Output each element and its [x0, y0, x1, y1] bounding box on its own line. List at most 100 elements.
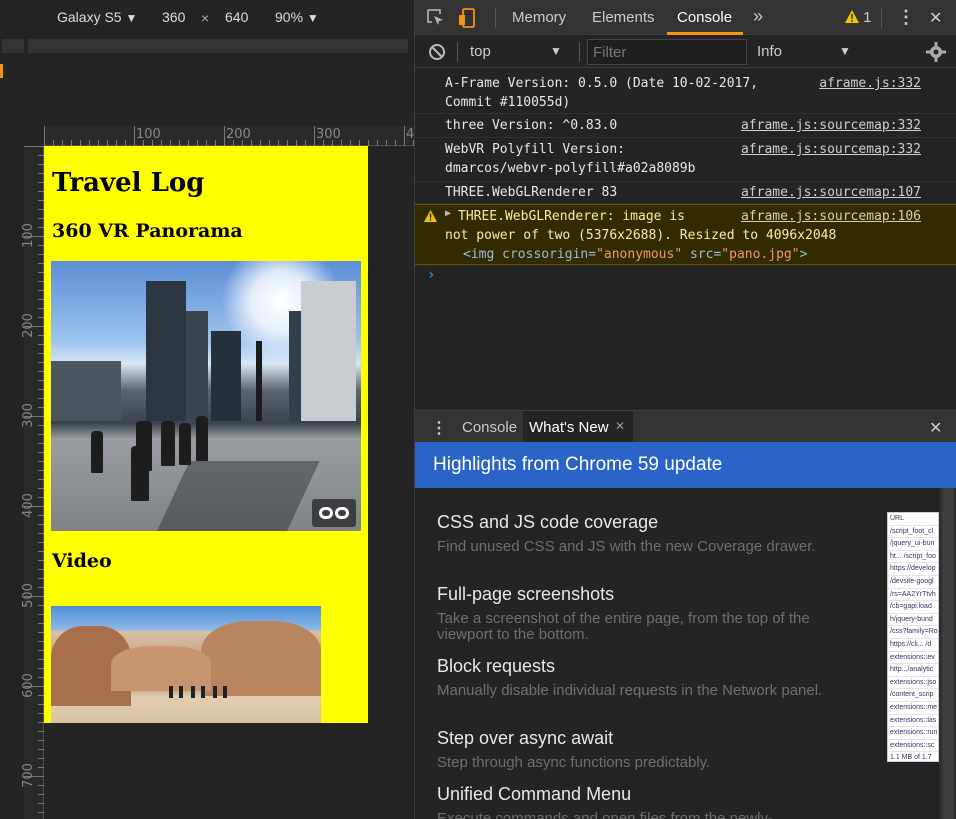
- source-link[interactable]: aframe.js:sourcemap:332: [741, 116, 921, 135]
- tab-memory[interactable]: Memory: [512, 9, 566, 26]
- more-tabs-icon[interactable]: »: [753, 6, 763, 27]
- divider: [881, 8, 882, 28]
- warning-icon: [845, 10, 859, 23]
- kebab-menu-icon[interactable]: ⋮: [897, 7, 915, 28]
- close-tab-icon[interactable]: ✕: [615, 419, 625, 433]
- clear-console-icon[interactable]: [428, 43, 446, 61]
- close-devtools-icon[interactable]: ✕: [929, 8, 942, 28]
- vertical-ruler: 100 200 300 400 500 600 700: [20, 146, 44, 819]
- building: [211, 331, 241, 421]
- enter-vr-button[interactable]: [312, 499, 356, 527]
- gear-icon[interactable]: [926, 42, 946, 62]
- chevron-down-icon: ▼: [550, 44, 562, 58]
- whats-new-item[interactable]: Full-page screenshots Take a screenshot …: [437, 584, 867, 643]
- context-value: top: [470, 43, 491, 60]
- chevron-down-icon: ▼: [125, 11, 138, 25]
- img-tag: <img: [463, 247, 503, 262]
- item-description: Execute commands and open files from the…: [437, 810, 773, 819]
- video-player[interactable]: [51, 606, 321, 723]
- width-field[interactable]: 360: [162, 9, 185, 25]
- console-message: A-Frame Version: 0.5.0 (Date 10-02-2017,…: [415, 68, 956, 114]
- height-field[interactable]: 640: [225, 9, 248, 25]
- inspect-element-icon[interactable]: [425, 7, 447, 29]
- screenshot-row: extensions::las: [888, 715, 938, 728]
- item-description: Take a screenshot of the entire page, fr…: [437, 610, 810, 643]
- tab-console[interactable]: Console: [677, 9, 732, 26]
- vr-headset-icon: [335, 507, 349, 519]
- ruler-label: 4: [406, 127, 414, 142]
- drawer-tab-console[interactable]: Console: [462, 419, 517, 436]
- item-title: Block requests: [437, 656, 556, 676]
- log-level-select[interactable]: Info ▼: [757, 43, 851, 60]
- ruler-label: 500: [20, 583, 36, 608]
- img-attr-value: "anonymous": [596, 247, 683, 262]
- media-query-segment[interactable]: [28, 39, 408, 53]
- horizontal-ruler: 100 200 300 4: [44, 126, 414, 146]
- emulated-viewport: Travel Log 360 VR Panorama Video: [44, 146, 368, 723]
- message-text: WebVR Polyfill Version: dmarcos/webvr-po…: [445, 142, 696, 176]
- screenshot-row: /css?family=Ro: [888, 626, 938, 639]
- person: [196, 416, 208, 461]
- message-text: not power of two (5376x2688). Resized to…: [445, 228, 837, 243]
- scrollbar[interactable]: [939, 488, 956, 819]
- media-query-bar[interactable]: [0, 35, 414, 58]
- screenshot-row: /rs=AA2YrTtvh: [888, 589, 938, 602]
- person: [161, 421, 175, 466]
- source-link[interactable]: aframe.js:sourcemap:332: [741, 140, 921, 159]
- rock-formation: [111, 646, 211, 691]
- img-element-link[interactable]: <img crossorigin="anonymous" src="pano.j…: [463, 245, 807, 264]
- source-link[interactable]: aframe.js:sourcemap:107: [741, 183, 921, 202]
- whats-new-item[interactable]: Step over async await Step through async…: [437, 728, 867, 771]
- filter-field[interactable]: [587, 39, 747, 65]
- media-query-segment[interactable]: [2, 39, 24, 53]
- warnings-counter[interactable]: 1: [845, 9, 872, 26]
- message-text: A-Frame Version: 0.5.0 (Date 10-02-2017,…: [445, 76, 759, 110]
- whats-new-item[interactable]: Unified Command Menu Execute commands an…: [437, 784, 867, 819]
- whats-new-item[interactable]: CSS and JS code coverage Find unused CSS…: [437, 512, 867, 555]
- console-messages: A-Frame Version: 0.5.0 (Date 10-02-2017,…: [415, 68, 956, 408]
- screenshot-row: h/jquery-bund: [888, 614, 938, 627]
- building: [146, 281, 186, 421]
- console-warning: ▶ THREE.WebGLRenderer: image is not powe…: [415, 204, 956, 265]
- chevron-down-icon: ▼: [306, 11, 319, 25]
- screenshot-row: ht... /script_foo: [888, 551, 938, 564]
- source-link[interactable]: aframe.js:sourcemap:106: [741, 207, 921, 226]
- scrollbar-thumb[interactable]: [942, 488, 954, 819]
- console-message: three Version: ^0.83.0 aframe.js:sourcem…: [415, 114, 956, 138]
- message-text: THREE.WebGLRenderer: image is: [458, 209, 685, 224]
- person: [191, 686, 195, 698]
- person: [179, 686, 183, 698]
- context-select[interactable]: top ▼: [470, 43, 562, 60]
- device-toolbar-icon[interactable]: [457, 7, 479, 29]
- screenshot-row: /script_foot_cl: [888, 526, 938, 539]
- img-attr: crossorigin=: [502, 247, 597, 262]
- person: [91, 431, 103, 473]
- log-level-value: Info: [757, 43, 783, 60]
- person: [223, 686, 227, 698]
- item-title: CSS and JS code coverage: [437, 512, 659, 532]
- media-query-marker: [0, 64, 3, 78]
- ground-shadow: [152, 461, 320, 531]
- device-select[interactable]: Galaxy S5 ▼: [57, 9, 137, 25]
- warning-icon: [424, 210, 437, 222]
- screenshot-row: /jquery_ui-bun: [888, 538, 938, 551]
- console-prompt[interactable]: ›: [427, 267, 435, 283]
- source-link[interactable]: aframe.js:332: [819, 74, 921, 93]
- screenshot-row: extensions::sc: [888, 740, 938, 753]
- console-toolbar: top ▼ Info ▼: [415, 36, 956, 68]
- drawer-tab-whats-new[interactable]: What's New ✕: [523, 411, 633, 443]
- devtools-panel: Memory Elements Console » 1 ⋮ ✕ top ▼ Fi…: [414, 0, 956, 819]
- zoom-select[interactable]: 90% ▼: [275, 9, 319, 25]
- whats-new-item[interactable]: Block requests Manually disable individu…: [437, 656, 867, 699]
- screen: Galaxy S5 ▼ 360 × 640 90% ▼ 100 200 300 …: [0, 0, 956, 819]
- expand-triangle-icon[interactable]: ▶: [445, 208, 451, 219]
- vr-panorama-scene[interactable]: [51, 261, 361, 531]
- page-title: Travel Log: [52, 168, 205, 198]
- message-text: three Version: ^0.83.0: [445, 118, 618, 133]
- close-drawer-icon[interactable]: ✕: [929, 418, 942, 438]
- filter-input[interactable]: [588, 40, 746, 64]
- drawer-menu-icon[interactable]: ⋮: [431, 418, 447, 438]
- screenshot-row: http.../analytic: [888, 664, 938, 677]
- tab-elements[interactable]: Elements: [592, 9, 655, 26]
- screenshot-row: extensions::me: [888, 702, 938, 715]
